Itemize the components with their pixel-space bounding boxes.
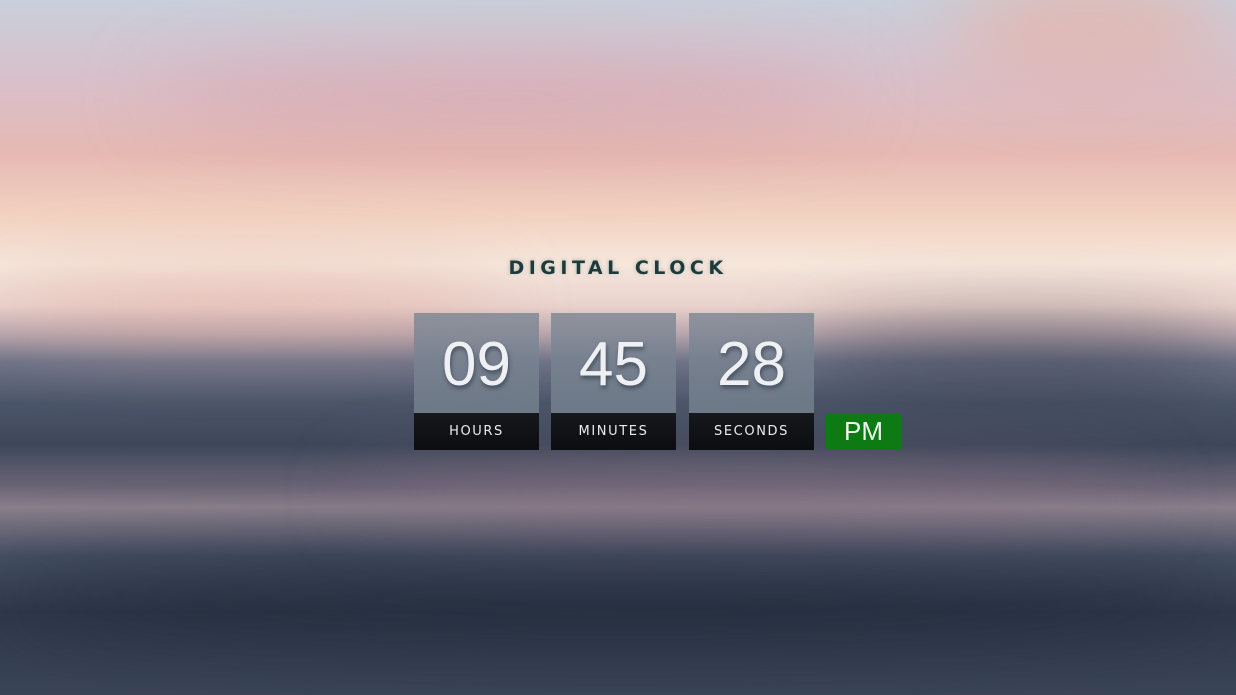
minutes-value: 45 <box>551 313 676 413</box>
water-shadow <box>0 560 1236 640</box>
seconds-label: SECONDS <box>689 413 814 450</box>
am-pm-badge: PM <box>826 413 901 450</box>
sky-glow <box>950 0 1230 70</box>
seconds-value: 28 <box>689 313 814 413</box>
sky-glow <box>150 60 850 130</box>
seconds-unit: 28 SECONDS <box>689 313 814 450</box>
minutes-label: MINUTES <box>551 413 676 450</box>
minutes-unit: 45 MINUTES <box>551 313 676 450</box>
hours-unit: 09 HOURS <box>414 313 539 450</box>
water-shadow <box>800 330 1236 390</box>
page-title: DIGITAL CLOCK <box>508 257 728 279</box>
hours-value: 09 <box>414 313 539 413</box>
hours-label: HOURS <box>414 413 539 450</box>
water-glow <box>350 470 1150 520</box>
